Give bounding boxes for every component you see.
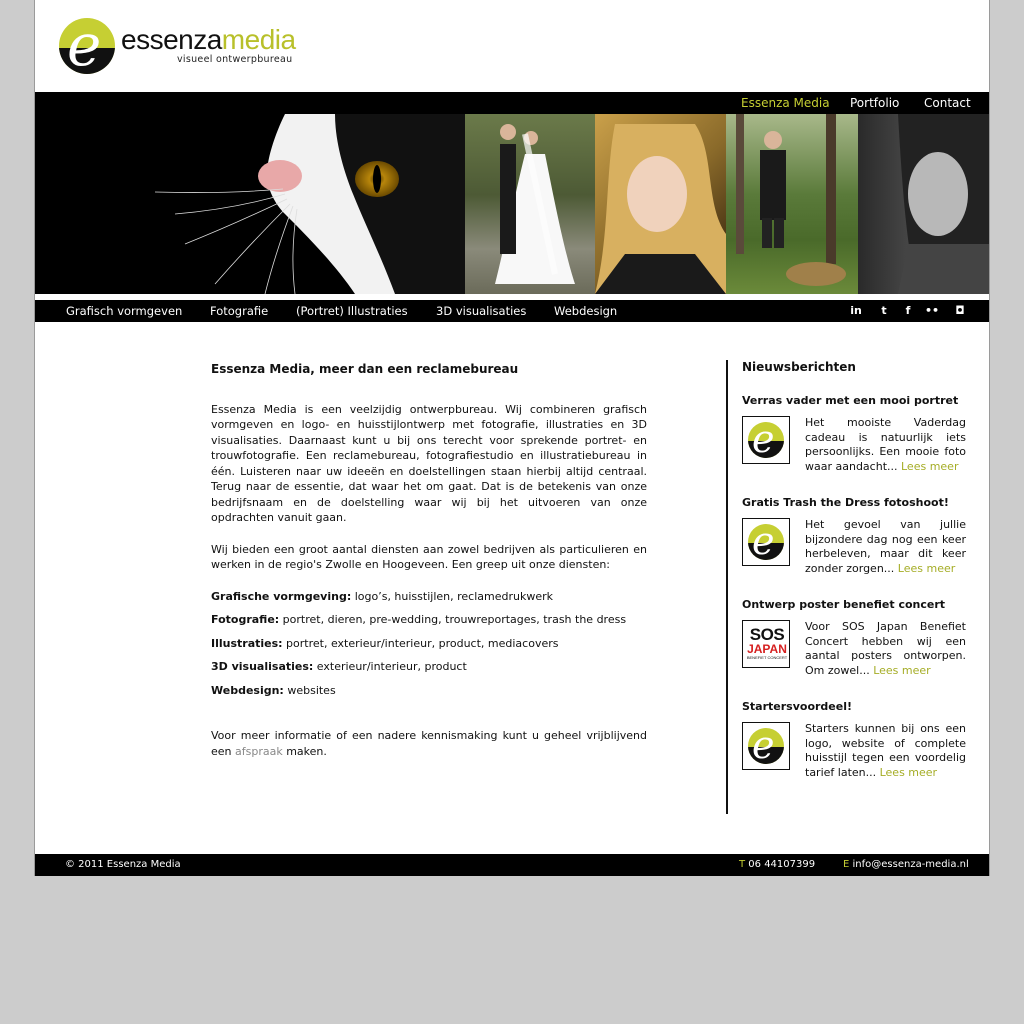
- page-title: Essenza Media, meer dan een reclameburea…: [211, 362, 519, 376]
- news-title[interactable]: Gratis Trash the Dress fotoshoot!: [742, 496, 968, 509]
- column-divider: [726, 360, 728, 814]
- main-content: Essenza Media, meer dan een reclameburea…: [211, 362, 647, 775]
- afspraak-link[interactable]: afspraak: [235, 745, 283, 758]
- logo[interactable]: e essenzamedia visueel ontwerpbureau: [59, 18, 319, 78]
- news-thumbnail[interactable]: e: [742, 416, 790, 464]
- news-thumbnail[interactable]: e: [742, 518, 790, 566]
- top-nav-bar: Essenza Media Portfolio Contact: [35, 92, 989, 114]
- news-title[interactable]: Verras vader met een mooi portret: [742, 394, 968, 407]
- cat-photo: [35, 114, 465, 294]
- news-item: Startersvoordeel! e Starters kunnen bij …: [742, 700, 968, 782]
- copyright-text: © 2011 Essenza Media: [65, 859, 181, 870]
- read-more-link[interactable]: Lees meer: [901, 460, 958, 473]
- facebook-icon[interactable]: f: [900, 304, 916, 318]
- service-item: Grafische vormgeving: logo’s, huisstijle…: [211, 589, 647, 605]
- news-excerpt: Voor SOS Japan Benefiet Concert hebben w…: [805, 620, 966, 677]
- service-text: portret, exterieur/interieur, product, m…: [282, 636, 559, 650]
- photo-banner: [35, 114, 989, 294]
- service-text: websites: [283, 683, 336, 697]
- footer-bar: © 2011 Essenza Media T 06 44107399 E inf…: [35, 854, 989, 876]
- intro-paragraph: Essenza Media is een veelzijdig ontwerpb…: [211, 402, 647, 525]
- news-excerpt: Starters kunnen bij ons een logo, websit…: [805, 722, 966, 779]
- bw-portrait-photo: [858, 114, 989, 294]
- services-intro: Wij bieden een groot aantal diensten aan…: [211, 542, 647, 572]
- news-thumbnail[interactable]: SOS JAPAN BENEFIET CONCERT: [742, 620, 790, 668]
- news-heading: Nieuwsberichten: [742, 360, 856, 374]
- nav-3d-visualisaties[interactable]: 3D visualisaties: [436, 304, 526, 318]
- service-text: portret, dieren, pre-wedding, trouwrepor…: [279, 613, 627, 626]
- service-label: Grafische vormgeving:: [211, 589, 352, 603]
- footer-email: E info@essenza-media.nl: [843, 859, 969, 870]
- service-label: Fotografie:: [211, 613, 280, 626]
- logo-mark-icon: e: [59, 18, 115, 74]
- news-excerpt: Het gevoel van jullie bijzondere dag nog…: [805, 518, 966, 575]
- linkedin-icon[interactable]: in: [848, 304, 864, 318]
- service-text: logo’s, huisstijlen, reclamedrukwerk: [351, 589, 553, 603]
- services-nav-bar: Grafisch vormgeven Fotografie (Portret) …: [35, 300, 989, 322]
- nav-portret-illustraties[interactable]: (Portret) Illustraties: [296, 304, 408, 318]
- logo-name-part1: essenza: [121, 24, 222, 55]
- service-label: Webdesign:: [211, 683, 284, 697]
- service-item: Fotografie: portret, dieren, pre-wedding…: [211, 612, 647, 628]
- news-excerpt: Het mooiste Vaderdag cadeau is natuurlij…: [805, 416, 966, 473]
- phone-number[interactable]: 06 44107399: [745, 859, 815, 870]
- service-item: 3D visualisaties: exterieur/interieur, p…: [211, 659, 647, 675]
- news-sidebar: Nieuwsberichten Verras vader met een moo…: [742, 360, 968, 802]
- logo-mark-icon: e: [748, 728, 784, 764]
- top-nav-essenza-media[interactable]: Essenza Media: [741, 96, 830, 110]
- sos-japan-logo: SOS JAPAN BENEFIET CONCERT: [746, 625, 788, 660]
- read-more-link[interactable]: Lees meer: [873, 664, 930, 677]
- contact-paragraph: Voor meer informatie of een nadere kenni…: [211, 728, 647, 759]
- news-item: Ontwerp poster benefiet concert SOS JAPA…: [742, 598, 968, 680]
- news-title[interactable]: Startersvoordeel!: [742, 700, 968, 713]
- service-item: Illustraties: portret, exterieur/interie…: [211, 636, 647, 652]
- logo-tagline: visueel ontwerpbureau: [177, 54, 293, 65]
- service-item: Webdesign: websites: [211, 683, 647, 699]
- top-nav-contact[interactable]: Contact: [924, 96, 971, 110]
- forest-man-photo: [726, 114, 858, 294]
- service-label: Illustraties:: [211, 636, 283, 650]
- news-thumbnail[interactable]: e: [742, 722, 790, 770]
- top-nav-portfolio[interactable]: Portfolio: [850, 96, 899, 110]
- read-more-link[interactable]: Lees meer: [898, 562, 955, 575]
- footer-phone: T 06 44107399: [739, 859, 815, 870]
- nav-fotografie[interactable]: Fotografie: [210, 304, 268, 318]
- twitter-icon[interactable]: t: [876, 304, 892, 318]
- logo-name-part2: media: [221, 24, 296, 55]
- email-address[interactable]: info@essenza-media.nl: [849, 859, 969, 870]
- news-item: Verras vader met een mooi portret e Het …: [742, 394, 968, 476]
- flickr-icon[interactable]: ••: [924, 304, 940, 318]
- logo-mark-icon: e: [748, 422, 784, 458]
- page-container: e essenzamedia visueel ontwerpbureau Ess…: [34, 0, 990, 876]
- portrait-woman-photo: [595, 114, 726, 294]
- read-more-link[interactable]: Lees meer: [880, 766, 937, 779]
- service-text: exterieur/interieur, product: [313, 660, 467, 673]
- wedding-photo: [465, 114, 595, 294]
- service-label: 3D visualisaties:: [211, 660, 314, 673]
- news-title[interactable]: Ontwerp poster benefiet concert: [742, 598, 968, 611]
- logo-mark-icon: e: [748, 524, 784, 560]
- nav-webdesign[interactable]: Webdesign: [554, 304, 617, 318]
- logo-name: essenzamedia: [121, 24, 296, 56]
- nav-grafisch-vormgeven[interactable]: Grafisch vormgeven: [66, 304, 182, 318]
- camera-icon[interactable]: ◘: [952, 304, 968, 318]
- logo-letter: e: [67, 18, 102, 74]
- contact-text-post: maken.: [282, 744, 327, 758]
- news-item: Gratis Trash the Dress fotoshoot! e Het …: [742, 496, 968, 578]
